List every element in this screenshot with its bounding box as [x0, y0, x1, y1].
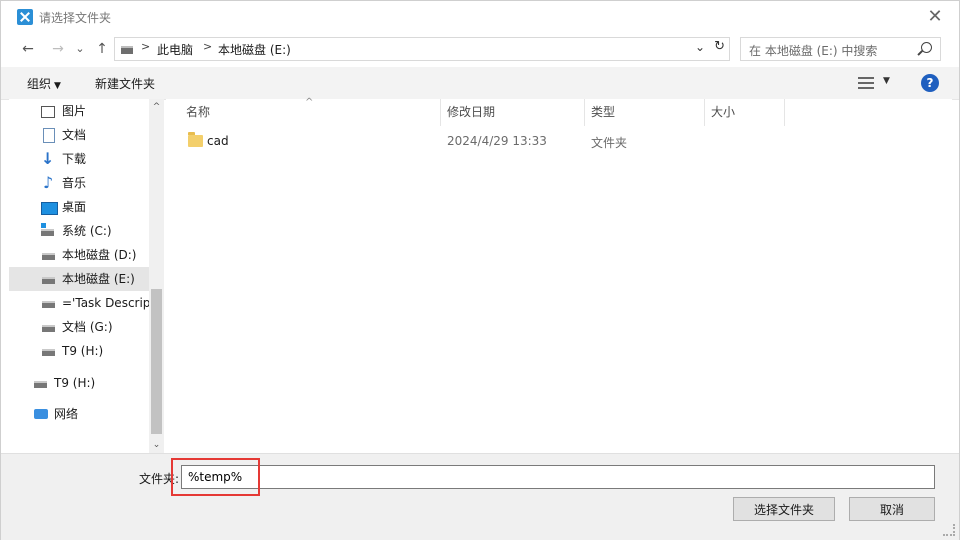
scroll-up-icon[interactable]: ^	[149, 99, 164, 115]
sidebar-item-label: ='Task Description'!A1	[62, 296, 149, 310]
window-title: 请选择文件夹	[39, 11, 112, 25]
sidebar-scrollbar[interactable]: ^ ⌄	[149, 99, 164, 453]
breadcrumb-separator: >	[203, 40, 213, 53]
table-row[interactable]: cad 2024/4/29 13:33 文件夹	[182, 131, 782, 153]
view-options-icon[interactable]	[858, 77, 874, 89]
bottom-panel: 文件夹: 选择文件夹 取消	[1, 453, 959, 540]
breadcrumb-separator: >	[141, 40, 151, 53]
highlight-box	[171, 458, 260, 496]
drive-icon	[34, 381, 47, 388]
file-type: 文件夹	[591, 136, 628, 150]
recent-locations-button[interactable]: ⌄	[73, 39, 87, 59]
picture-icon	[41, 106, 55, 118]
help-icon[interactable]: ?	[921, 74, 939, 92]
organize-button[interactable]: 组织 ▼	[27, 75, 61, 92]
organize-label: 组织	[27, 77, 52, 91]
file-name: cad	[207, 134, 229, 148]
sidebar-item-network[interactable]: 网络	[9, 402, 149, 426]
drive-icon	[42, 349, 55, 356]
drive-icon	[42, 301, 55, 308]
close-button[interactable]: ✕	[915, 3, 955, 31]
sidebar-item-label: 文档	[62, 128, 87, 142]
system-drive-icon	[41, 223, 54, 236]
column-header-modified[interactable]: 修改日期	[447, 99, 495, 126]
music-icon: ♪	[43, 173, 54, 192]
sidebar-item-label: 文档 (G:)	[62, 320, 113, 334]
network-icon	[34, 409, 48, 419]
drive-icon	[42, 253, 55, 260]
address-bar[interactable]: > 此电脑 > 本地磁盘 (E:) ⌄ ↻	[114, 37, 730, 61]
drive-icon	[121, 46, 133, 54]
sidebar-item-drive-c[interactable]: 系统 (C:)	[9, 219, 149, 243]
column-header-type[interactable]: 类型	[591, 99, 615, 126]
sidebar-item-label: 音乐	[62, 176, 87, 190]
refresh-icon[interactable]: ↻	[714, 39, 725, 54]
scrollbar-thumb[interactable]	[151, 289, 162, 434]
folder-name-input[interactable]	[181, 465, 935, 489]
sort-ascending-icon: ^	[305, 97, 314, 108]
column-header-size[interactable]: 大小	[711, 99, 735, 126]
sidebar-item-label: T9 (H:)	[54, 376, 96, 390]
sidebar-item-label: 图片	[62, 104, 87, 118]
sidebar-item-pictures[interactable]: 图片	[9, 99, 149, 123]
sidebar-item-music[interactable]: ♪ 音乐	[9, 171, 149, 195]
navigation-pane: 图片 文档 ↓ 下载 ♪ 音乐 桌面 系统 (C:) 本地磁盘 (D:) 本地磁…	[9, 99, 164, 453]
column-divider[interactable]	[584, 99, 585, 126]
title-bar: 请选择文件夹 ✕	[1, 1, 959, 33]
sidebar-item-drive-g[interactable]: 文档 (G:)	[9, 315, 149, 339]
sidebar-item-t9-device[interactable]: T9 (H:)	[9, 371, 149, 395]
column-divider[interactable]	[704, 99, 705, 126]
resize-grip[interactable]	[943, 524, 955, 536]
sidebar-item-label: 系统 (C:)	[62, 224, 112, 238]
file-modified: 2024/4/29 13:33	[447, 134, 547, 148]
column-divider[interactable]	[784, 99, 785, 126]
sidebar-item-label: 下载	[62, 152, 87, 166]
sidebar-item-label: 本地磁盘 (E:)	[62, 272, 135, 286]
cancel-button[interactable]: 取消	[849, 497, 935, 521]
drive-icon	[42, 325, 55, 332]
sidebar-item-desktop[interactable]: 桌面	[9, 195, 149, 219]
sidebar-item-documents[interactable]: 文档	[9, 123, 149, 147]
select-folder-button[interactable]: 选择文件夹	[733, 497, 835, 521]
sidebar-item-drive-f[interactable]: ='Task Description'!A1	[9, 291, 149, 315]
up-button[interactable]: ↑	[93, 39, 111, 59]
search-box[interactable]: 在 本地磁盘 (E:) 中搜索	[740, 37, 941, 61]
address-dropdown-icon[interactable]: ⌄	[695, 40, 705, 54]
folder-icon	[188, 132, 203, 147]
drive-icon	[42, 277, 55, 284]
folder-picker-dialog: 请选择文件夹 ✕ ← → ⌄ ↑ > 此电脑 > 本地磁盘 (E:) ⌄ ↻ 在…	[0, 0, 960, 540]
breadcrumb-this-pc[interactable]: 此电脑	[157, 41, 193, 58]
column-header-name[interactable]: 名称	[186, 99, 210, 126]
sidebar-item-label: T9 (H:)	[62, 344, 104, 358]
navigation-bar: ← → ⌄ ↑ > 此电脑 > 本地磁盘 (E:) ⌄ ↻ 在 本地磁盘 (E:…	[1, 35, 959, 63]
sidebar-item-downloads[interactable]: ↓ 下载	[9, 147, 149, 171]
sidebar-item-label: 网络	[54, 407, 79, 421]
scroll-down-icon[interactable]: ⌄	[149, 437, 164, 453]
desktop-icon	[41, 202, 58, 215]
chevron-down-icon: ▼	[54, 81, 61, 91]
search-icon[interactable]	[921, 42, 932, 53]
back-button[interactable]: ←	[17, 39, 39, 59]
new-folder-button[interactable]: 新建文件夹	[95, 75, 155, 92]
breadcrumb-drive-e[interactable]: 本地磁盘 (E:)	[218, 41, 291, 58]
document-icon	[43, 128, 55, 143]
column-divider[interactable]	[440, 99, 441, 126]
app-icon	[17, 9, 33, 25]
sidebar-item-drive-d[interactable]: 本地磁盘 (D:)	[9, 243, 149, 267]
download-icon: ↓	[41, 149, 55, 168]
sidebar-item-label: 桌面	[62, 200, 87, 214]
sidebar-item-label: 本地磁盘 (D:)	[62, 248, 137, 262]
forward-button[interactable]: →	[47, 39, 69, 59]
search-input[interactable]: 在 本地磁盘 (E:) 中搜索	[749, 42, 877, 59]
chevron-down-icon[interactable]: ▼	[883, 76, 890, 86]
sidebar-item-drive-h[interactable]: T9 (H:)	[9, 339, 149, 363]
toolbar: 组织 ▼ 新建文件夹 ▼ ?	[1, 67, 959, 100]
file-list: 名称 ^ 修改日期 类型 大小 cad 2024/4/29 13:33 文件夹	[166, 97, 952, 453]
sidebar-item-drive-e[interactable]: 本地磁盘 (E:)	[9, 267, 149, 291]
